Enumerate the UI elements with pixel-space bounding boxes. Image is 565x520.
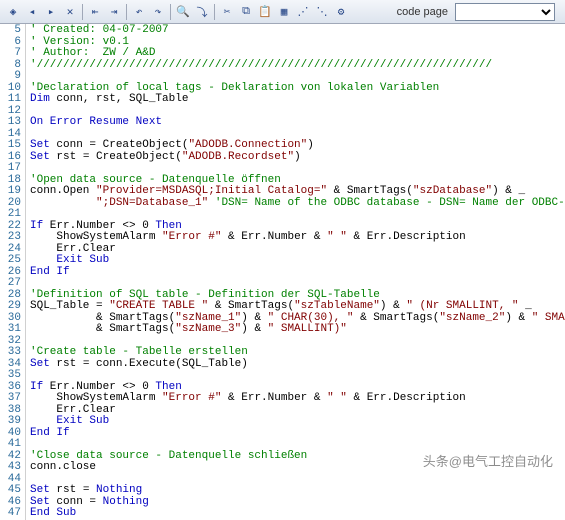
line-number: 5 (0, 25, 25, 37)
code-line[interactable]: & SmartTags("szName_3") & " SMALLINT)" (30, 324, 565, 336)
bookmark-toggle-icon[interactable]: ◈ (4, 3, 22, 21)
code-line[interactable]: On Error Resume Next (30, 117, 565, 129)
select-all-icon[interactable]: ▦ (275, 3, 293, 21)
find-icon[interactable]: 🔍 (174, 3, 192, 21)
line-number: 27 (0, 278, 25, 290)
line-number: 31 (0, 324, 25, 336)
code-line[interactable]: Exit Sub (30, 255, 565, 267)
indent-icon[interactable]: ⇥ (105, 3, 123, 21)
line-number: 25 (0, 255, 25, 267)
bookmark-next-icon[interactable]: ▸ (42, 3, 60, 21)
line-number: 37 (0, 393, 25, 405)
code-line[interactable]: Err.Clear (30, 405, 565, 417)
uncomment-icon[interactable]: ⋱ (313, 3, 331, 21)
copy-icon[interactable]: ⧉ (237, 3, 255, 21)
line-number: 45 (0, 485, 25, 497)
line-number: 7 (0, 48, 25, 60)
codepage-select[interactable] (455, 3, 555, 21)
outdent-icon[interactable]: ⇤ (86, 3, 104, 21)
code-line[interactable]: End If (30, 428, 565, 440)
bookmark-prev-icon[interactable]: ◂ (23, 3, 41, 21)
line-number: 11 (0, 94, 25, 106)
code-line[interactable]: 'Close data source - Datenquelle schließ… (30, 451, 565, 463)
codepage-label: code page (397, 6, 448, 18)
line-number: 47 (0, 508, 25, 520)
code-area[interactable]: ' Created: 04-07-2007' Version: v0.1' Au… (26, 24, 565, 520)
line-number: 43 (0, 462, 25, 474)
line-number: 41 (0, 439, 25, 451)
code-line[interactable]: conn.close (30, 462, 565, 474)
line-number: 21 (0, 209, 25, 221)
code-line[interactable]: Set conn = Nothing (30, 497, 565, 509)
bookmark-clear-icon[interactable]: ✕ (61, 3, 79, 21)
line-number: 6 (0, 37, 25, 49)
cut-icon[interactable]: ✂ (218, 3, 236, 21)
code-line[interactable]: End If (30, 267, 565, 279)
paste-icon[interactable]: 📋 (256, 3, 274, 21)
line-number: 13 (0, 117, 25, 129)
line-number: 33 (0, 347, 25, 359)
line-number-gutter: 5678910111213141516171819202122232425262… (0, 24, 26, 520)
code-line[interactable]: '///////////////////////////////////////… (30, 60, 565, 72)
code-line[interactable]: Dim conn, rst, SQL_Table (30, 94, 565, 106)
code-line[interactable]: Set rst = conn.Execute(SQL_Table) (30, 359, 565, 371)
line-number: 19 (0, 186, 25, 198)
code-line[interactable]: Set rst = CreateObject("ADODB.Recordset"… (30, 152, 565, 164)
code-editor[interactable]: 5678910111213141516171819202122232425262… (0, 24, 565, 520)
undo-icon[interactable]: ↶ (130, 3, 148, 21)
code-line[interactable]: End Sub (30, 508, 565, 520)
line-number: 17 (0, 163, 25, 175)
redo-icon[interactable]: ↷ (149, 3, 167, 21)
code-line[interactable]: Err.Clear (30, 244, 565, 256)
replace-icon[interactable]: ⤵ (193, 3, 211, 21)
line-number: 8 (0, 60, 25, 72)
line-number: 23 (0, 232, 25, 244)
line-number: 35 (0, 370, 25, 382)
code-line[interactable]: ";DSN=Database_1" 'DSN= Name of the ODBC… (30, 198, 565, 210)
toolbar: ◈ ◂ ▸ ✕ ⇤ ⇥ ↶ ↷ 🔍 ⤵ ✂ ⧉ 📋 ▦ ⋰ ⋱ ⚙ code p… (0, 0, 565, 24)
code-line[interactable]: Exit Sub (30, 416, 565, 428)
line-number: 9 (0, 71, 25, 83)
line-number: 39 (0, 416, 25, 428)
tools-icon[interactable]: ⚙ (332, 3, 350, 21)
line-number: 29 (0, 301, 25, 313)
line-number: 15 (0, 140, 25, 152)
comment-icon[interactable]: ⋰ (294, 3, 312, 21)
